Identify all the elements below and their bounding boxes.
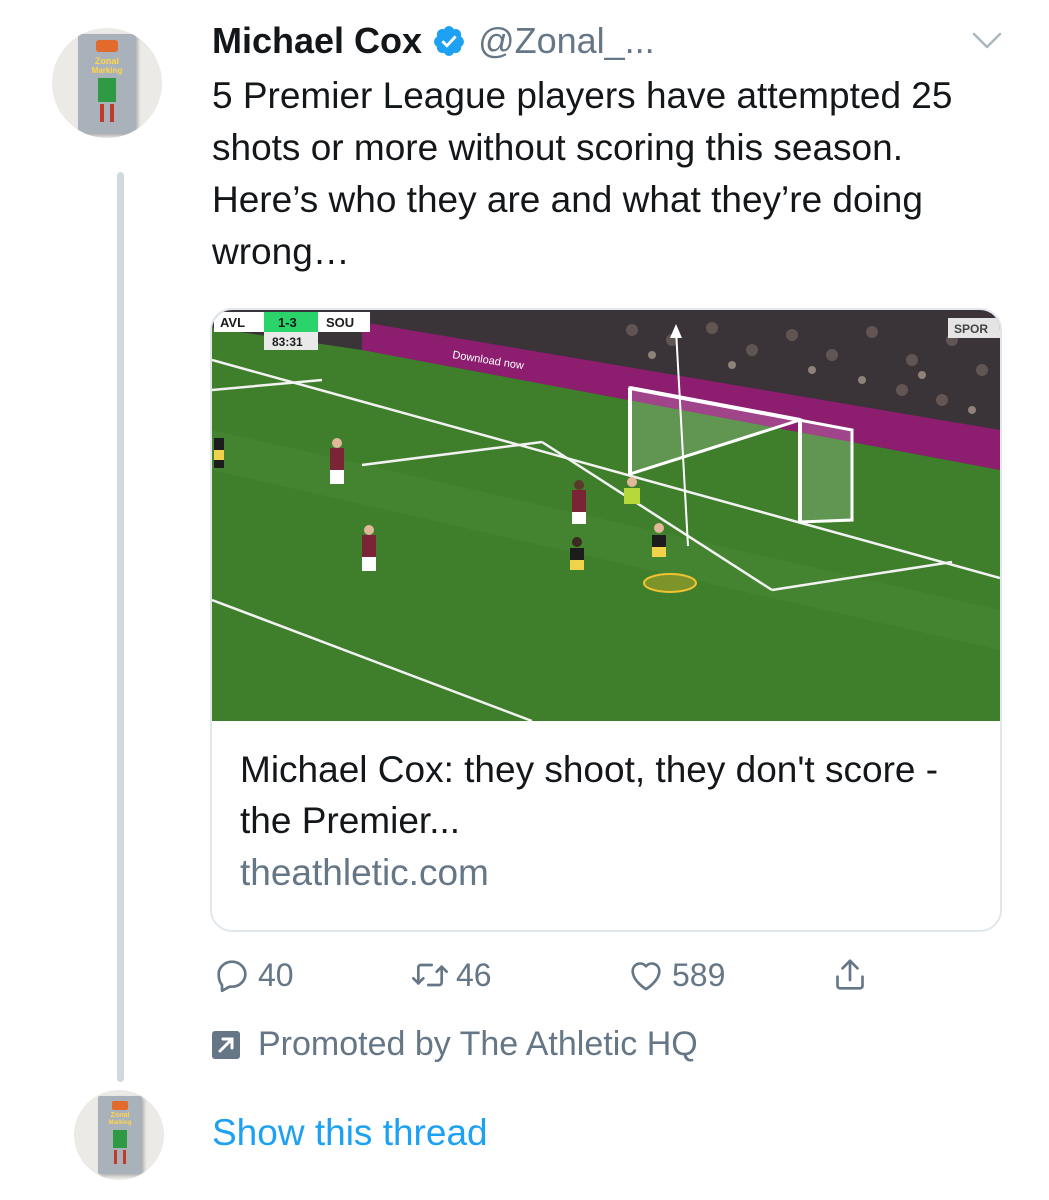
retweet-button[interactable]: 46 (410, 955, 492, 995)
retweet-count: 46 (456, 956, 492, 993)
author-name[interactable]: Michael Cox (212, 20, 422, 62)
thread-connector-line (117, 172, 124, 1082)
card-title[interactable]: Michael Cox: they shoot, they don't scor… (240, 744, 960, 846)
share-icon (836, 959, 864, 990)
retweet-icon (412, 963, 448, 987)
verified-badge-icon (434, 26, 464, 56)
card-domain: theathletic.com (240, 852, 489, 893)
like-button[interactable]: 589 (626, 955, 725, 995)
author-handle[interactable]: @Zonal_... (478, 20, 655, 62)
svg-text:83:31: 83:31 (272, 335, 303, 349)
link-card[interactable]: Download now AVL 1-3 SOU 83:31 SPOR Mich… (210, 308, 1002, 932)
svg-text:SPOR: SPOR (954, 322, 988, 336)
avatar-text: Zonal (95, 56, 119, 66)
reply-button[interactable]: 40 (212, 955, 294, 995)
svg-text:SOU: SOU (326, 315, 354, 330)
promoted-label: Promoted by The Athletic HQ (212, 1025, 698, 1064)
like-icon (631, 962, 661, 991)
promoted-text: Promoted by The Athletic HQ (258, 1025, 698, 1063)
card-image-football-match: Download now AVL 1-3 SOU 83:31 SPOR (212, 310, 1000, 721)
tweet-actions: 40 46 589 (212, 955, 912, 1005)
show-thread-link[interactable]: Show this thread (212, 1112, 488, 1154)
reply-icon (217, 960, 247, 993)
like-count: 589 (672, 956, 726, 993)
avatar-book-illustration: Zonal Marking (98, 1096, 142, 1174)
tweet-header: Michael Cox @Zonal_... (212, 18, 655, 64)
avatar-book-illustration: Zonal Marking (78, 34, 136, 134)
promoted-icon (212, 1030, 240, 1059)
chevron-down-icon[interactable] (970, 28, 1004, 54)
reply-count: 40 (258, 956, 294, 993)
svg-text:AVL: AVL (220, 315, 245, 330)
tweet-text: 5 Premier League players have attempted … (212, 75, 953, 272)
share-button[interactable] (830, 955, 870, 995)
author-avatar[interactable]: Zonal Marking (52, 28, 162, 138)
svg-text:1-3: 1-3 (278, 315, 297, 330)
thread-avatar[interactable]: Zonal Marking (74, 1090, 164, 1180)
